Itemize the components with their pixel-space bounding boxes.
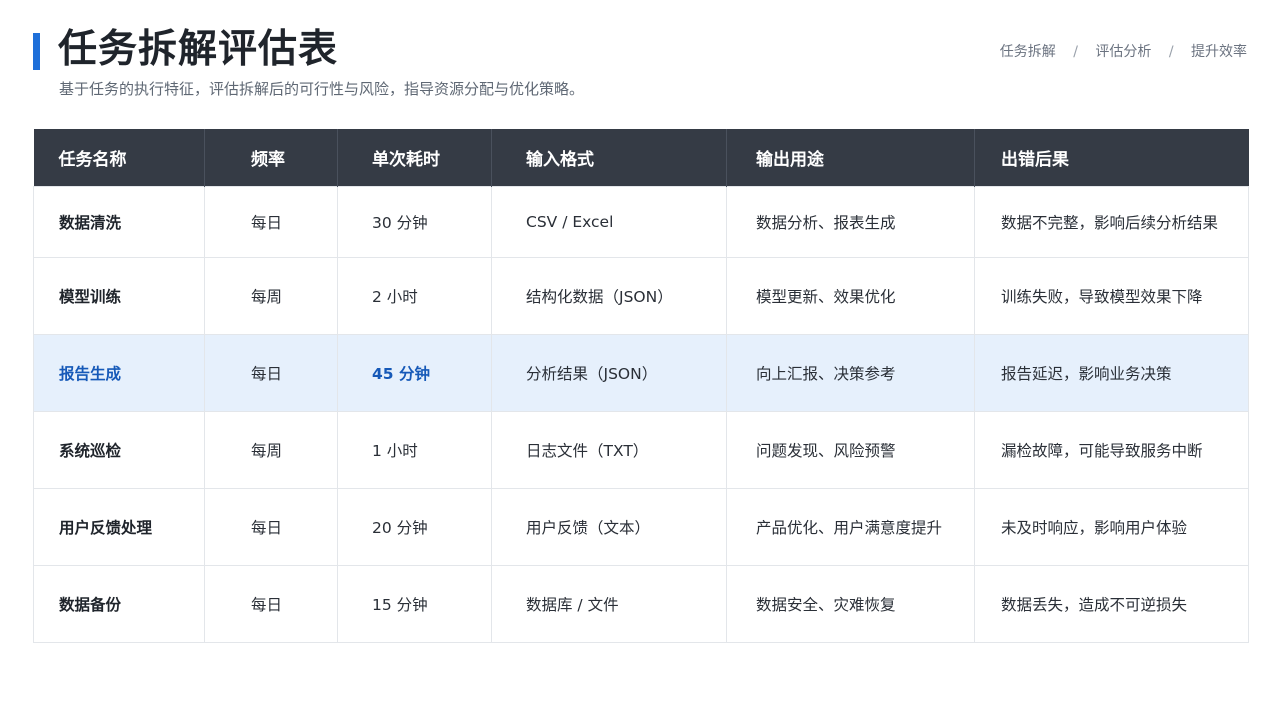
cell-input-format: 日志文件（TXT） xyxy=(491,411,727,489)
cell-error-consequence: 数据丢失，造成不可逆损失 xyxy=(974,565,1249,643)
column-header-duration: 单次耗时 xyxy=(337,129,492,187)
cell-frequency: 每周 xyxy=(204,411,338,489)
cell-error-consequence: 漏检故障，可能导致服务中断 xyxy=(974,411,1249,489)
breadcrumb-separator: / xyxy=(1073,44,1078,60)
cell-input-format: 数据库 / 文件 xyxy=(491,565,727,643)
table-row: 用户反馈处理 每日 20 分钟 用户反馈（文本） 产品优化、用户满意度提升 未及… xyxy=(33,488,1249,566)
title-accent-bar xyxy=(33,33,40,70)
cell-output-usage: 数据安全、灾难恢复 xyxy=(726,565,975,643)
cell-input-format: 结构化数据（JSON） xyxy=(491,257,727,335)
table-row: 数据备份 每日 15 分钟 数据库 / 文件 数据安全、灾难恢复 数据丢失，造成… xyxy=(33,565,1249,643)
page-subtitle: 基于任务的执行特征，评估拆解后的可行性与风险，指导资源分配与优化策略。 xyxy=(59,80,585,98)
task-evaluation-table: 任务名称 频率 单次耗时 输入格式 输出用途 出错后果 数据清洗 每日 30 分… xyxy=(33,129,1249,643)
cell-frequency: 每日 xyxy=(204,186,338,258)
cell-input-format: 分析结果（JSON） xyxy=(491,334,727,412)
cell-error-consequence: 训练失败，导致模型效果下降 xyxy=(974,257,1249,335)
cell-frequency: 每日 xyxy=(204,565,338,643)
column-header-frequency: 频率 xyxy=(204,129,338,187)
cell-task-name: 用户反馈处理 xyxy=(33,488,205,566)
cell-frequency: 每日 xyxy=(204,488,338,566)
cell-output-usage: 产品优化、用户满意度提升 xyxy=(726,488,975,566)
cell-error-consequence: 数据不完整，影响后续分析结果 xyxy=(974,186,1249,258)
cell-task-name: 系统巡检 xyxy=(33,411,205,489)
table-header-row: 任务名称 频率 单次耗时 输入格式 输出用途 出错后果 xyxy=(33,129,1249,187)
cell-error-consequence: 报告延迟，影响业务决策 xyxy=(974,334,1249,412)
column-header-task-name: 任务名称 xyxy=(33,129,205,187)
cell-duration: 2 小时 xyxy=(337,257,492,335)
cell-duration: 30 分钟 xyxy=(337,186,492,258)
cell-error-consequence: 未及时响应，影响用户体验 xyxy=(974,488,1249,566)
breadcrumb-item-task-breakdown[interactable]: 任务拆解 xyxy=(1000,44,1056,60)
breadcrumb-item-evaluation[interactable]: 评估分析 xyxy=(1095,44,1151,60)
column-header-error-consequence: 出错后果 xyxy=(974,129,1249,187)
page-title: 任务拆解评估表 xyxy=(58,27,339,72)
breadcrumb-item-efficiency[interactable]: 提升效率 xyxy=(1191,44,1247,60)
cell-duration: 45 分钟 xyxy=(337,334,492,412)
cell-task-name: 模型训练 xyxy=(33,257,205,335)
breadcrumb-separator: / xyxy=(1168,44,1174,60)
cell-task-name: 报告生成 xyxy=(33,334,205,412)
cell-frequency: 每日 xyxy=(204,334,338,412)
cell-output-usage: 模型更新、效果优化 xyxy=(726,257,975,335)
cell-task-name: 数据备份 xyxy=(33,565,205,643)
cell-frequency: 每周 xyxy=(204,257,338,335)
cell-duration: 20 分钟 xyxy=(337,488,492,566)
cell-output-usage: 数据分析、报表生成 xyxy=(726,186,975,258)
table-row-highlighted: 报告生成 每日 45 分钟 分析结果（JSON） 向上汇报、决策参考 报告延迟，… xyxy=(33,334,1249,412)
table-row: 系统巡检 每周 1 小时 日志文件（TXT） 问题发现、风险预警 漏检故障，可能… xyxy=(33,411,1249,489)
cell-output-usage: 问题发现、风险预警 xyxy=(726,411,975,489)
table-row: 数据清洗 每日 30 分钟 CSV / Excel 数据分析、报表生成 数据不完… xyxy=(33,186,1249,258)
cell-input-format: CSV / Excel xyxy=(491,186,727,258)
table-body: 数据清洗 每日 30 分钟 CSV / Excel 数据分析、报表生成 数据不完… xyxy=(33,186,1249,643)
cell-duration: 1 小时 xyxy=(337,411,492,489)
cell-task-name: 数据清洗 xyxy=(33,186,205,258)
cell-output-usage: 向上汇报、决策参考 xyxy=(726,334,975,412)
cell-duration: 15 分钟 xyxy=(337,565,492,643)
column-header-output-usage: 输出用途 xyxy=(726,129,975,187)
column-header-input-format: 输入格式 xyxy=(491,129,727,187)
table-row: 模型训练 每周 2 小时 结构化数据（JSON） 模型更新、效果优化 训练失败，… xyxy=(33,257,1249,335)
breadcrumb: 任务拆解 / 评估分析 / 提升效率 xyxy=(1000,42,1247,62)
cell-input-format: 用户反馈（文本） xyxy=(491,488,727,566)
table-header: 任务名称 频率 单次耗时 输入格式 输出用途 出错后果 xyxy=(33,129,1249,187)
